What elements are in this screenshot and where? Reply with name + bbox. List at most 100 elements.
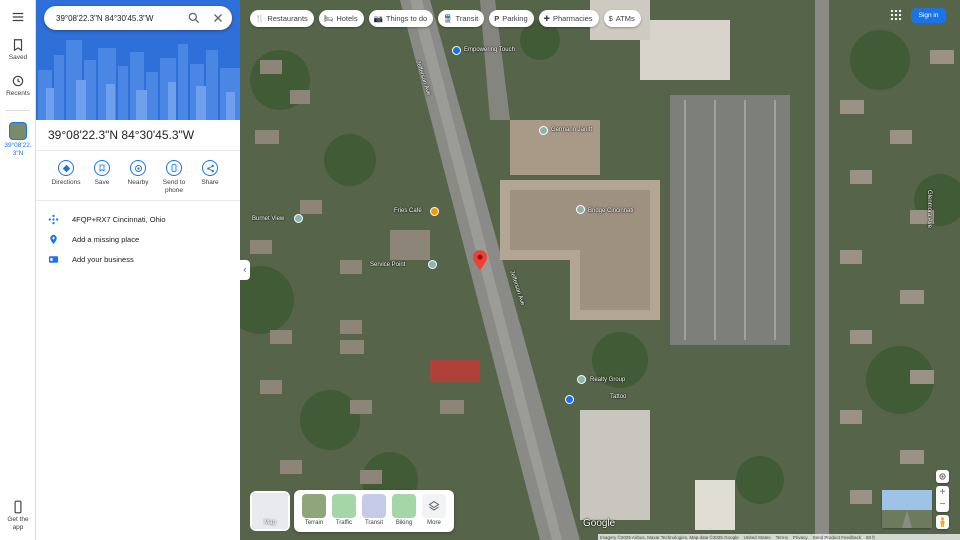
satellite-imagery bbox=[240, 0, 960, 540]
rail-divider bbox=[6, 110, 30, 111]
map-label: Tattoo bbox=[610, 394, 627, 400]
bookmark-icon bbox=[94, 160, 110, 176]
search-icon[interactable] bbox=[187, 11, 201, 25]
share-icon bbox=[202, 160, 218, 176]
plus-code-row[interactable]: 4FQP+RX7 Cincinnati, Ohio bbox=[36, 209, 240, 229]
chip-things-to-do[interactable]: 📷 Things to do bbox=[368, 10, 434, 27]
poi-marker[interactable] bbox=[452, 46, 461, 55]
pegman-button[interactable] bbox=[936, 515, 949, 529]
chip-atms[interactable]: $ ATMs bbox=[603, 10, 641, 27]
traffic-thumbnail bbox=[332, 494, 356, 518]
chip-label: Restaurants bbox=[267, 14, 308, 23]
add-missing-place-row[interactable]: Add a missing place bbox=[36, 229, 240, 249]
add-missing-place-text: Add a missing place bbox=[72, 235, 140, 244]
scale-bar[interactable]: 50 ft bbox=[866, 535, 875, 540]
nearby-label: Nearby bbox=[127, 179, 149, 186]
bed-icon: 🛏 bbox=[323, 14, 334, 23]
chip-pharmacies[interactable]: ✚ Pharmacies bbox=[538, 10, 599, 27]
chip-transit[interactable]: 🚆 Transit bbox=[438, 10, 485, 27]
page-title: 39°08'22.3"N 84°30'45.3"W bbox=[48, 128, 195, 142]
divider bbox=[36, 200, 240, 201]
poi-marker[interactable] bbox=[430, 207, 439, 216]
street-label: Glenmora Ave bbox=[926, 190, 932, 228]
get-app-label: Get the app bbox=[7, 516, 29, 531]
chip-label: Pharmacies bbox=[552, 14, 593, 23]
share-label: Share bbox=[201, 179, 219, 186]
rail-recents-label: Recents bbox=[6, 90, 30, 97]
map-type-toggle[interactable]: Map bbox=[250, 491, 290, 531]
plus-code-text: 4FQP+RX7 Cincinnati, Ohio bbox=[72, 215, 166, 224]
atm-icon: $ bbox=[608, 14, 613, 23]
layer-label: Terrain bbox=[304, 520, 324, 526]
search-input[interactable] bbox=[56, 13, 176, 23]
share-button[interactable]: Share bbox=[190, 160, 230, 187]
rail-saved-label: Saved bbox=[8, 54, 28, 61]
chip-restaurants[interactable]: 🍴 Restaurants bbox=[250, 10, 314, 27]
satellite-map[interactable]: Empowering Touch Germann Janitt Bridge C… bbox=[240, 0, 960, 540]
add-business-row[interactable]: Add your business bbox=[36, 249, 240, 269]
my-location-icon bbox=[939, 473, 946, 480]
layers-icon bbox=[422, 494, 446, 518]
chip-hotels[interactable]: 🛏 Hotels bbox=[318, 10, 364, 27]
poi-marker[interactable] bbox=[565, 395, 574, 404]
get-app-button[interactable]: Get the app bbox=[0, 500, 36, 532]
rail-current-place[interactable]: 39°08'22.3"N bbox=[0, 122, 36, 158]
send-to-phone-icon bbox=[166, 160, 182, 176]
country-link[interactable]: United States bbox=[744, 535, 771, 540]
rail-saved[interactable]: Saved bbox=[0, 38, 36, 62]
layer-label: More bbox=[427, 520, 441, 526]
layer-label: Traffic bbox=[335, 520, 353, 526]
poi-marker[interactable] bbox=[294, 214, 303, 223]
pharmacy-icon: ✚ bbox=[543, 14, 550, 23]
send-to-phone-label: Send to phone bbox=[162, 179, 186, 194]
layer-transit[interactable]: Transit bbox=[360, 494, 388, 526]
my-location-button[interactable] bbox=[936, 470, 949, 483]
location-pin-icon[interactable] bbox=[473, 250, 487, 270]
imagery-attribution: Imagery ©2025 Airbus, Maxar Technologies… bbox=[600, 534, 739, 540]
bookmark-icon bbox=[13, 39, 23, 52]
history-icon bbox=[12, 75, 24, 87]
directions-button[interactable]: Directions bbox=[46, 160, 86, 187]
map-label: Bridge Cincinnati bbox=[588, 208, 634, 214]
map-type-label: Map bbox=[264, 520, 276, 526]
place-thumbnail bbox=[9, 122, 27, 140]
layer-terrain[interactable]: Terrain bbox=[300, 494, 328, 526]
layer-label: Biking bbox=[395, 520, 413, 526]
poi-marker[interactable] bbox=[539, 126, 548, 135]
zoom-controls: + − bbox=[936, 486, 949, 512]
map-label: Realty Group bbox=[590, 377, 626, 383]
map-label: Service Point bbox=[370, 262, 406, 268]
close-icon[interactable] bbox=[211, 11, 225, 25]
apps-grid-icon[interactable] bbox=[890, 9, 902, 21]
layer-label: Transit bbox=[364, 520, 384, 526]
directions-icon bbox=[58, 160, 74, 176]
business-icon bbox=[48, 256, 59, 263]
camera-icon: 📷 bbox=[373, 14, 383, 23]
rail-recents[interactable]: Recents bbox=[0, 74, 36, 98]
chip-parking[interactable]: P Parking bbox=[489, 10, 534, 27]
privacy-link[interactable]: Privacy bbox=[793, 535, 808, 540]
layer-traffic[interactable]: Traffic bbox=[330, 494, 358, 526]
layer-biking[interactable]: Biking bbox=[390, 494, 418, 526]
place-panel: 39°08'22.3"N 84°30'45.3"W Directions Sav… bbox=[36, 0, 240, 540]
street-view-preview[interactable] bbox=[882, 490, 932, 528]
action-bar: Directions Save Nearby Send to phone Sha… bbox=[36, 160, 240, 198]
sign-in-button[interactable]: Sign in bbox=[911, 8, 946, 23]
feedback-link[interactable]: Send Product Feedback bbox=[813, 535, 861, 540]
nearby-button[interactable]: Nearby bbox=[118, 160, 158, 187]
poi-marker[interactable] bbox=[428, 260, 437, 269]
save-label: Save bbox=[94, 179, 110, 186]
save-button[interactable]: Save bbox=[82, 160, 122, 187]
terms-link[interactable]: Terms bbox=[776, 535, 788, 540]
menu-icon bbox=[12, 12, 24, 22]
layer-more[interactable]: More bbox=[420, 494, 448, 526]
send-to-phone-button[interactable]: Send to phone bbox=[154, 160, 194, 195]
zoom-out-button[interactable]: − bbox=[936, 499, 949, 512]
menu-button[interactable] bbox=[0, 10, 36, 26]
poi-marker[interactable] bbox=[577, 375, 586, 384]
collapse-panel-button[interactable] bbox=[240, 260, 250, 280]
poi-marker[interactable] bbox=[576, 205, 585, 214]
zoom-in-button[interactable]: + bbox=[936, 486, 949, 499]
phone-icon bbox=[14, 500, 22, 514]
layers-panel: Terrain Traffic Transit Biking More bbox=[294, 490, 454, 532]
